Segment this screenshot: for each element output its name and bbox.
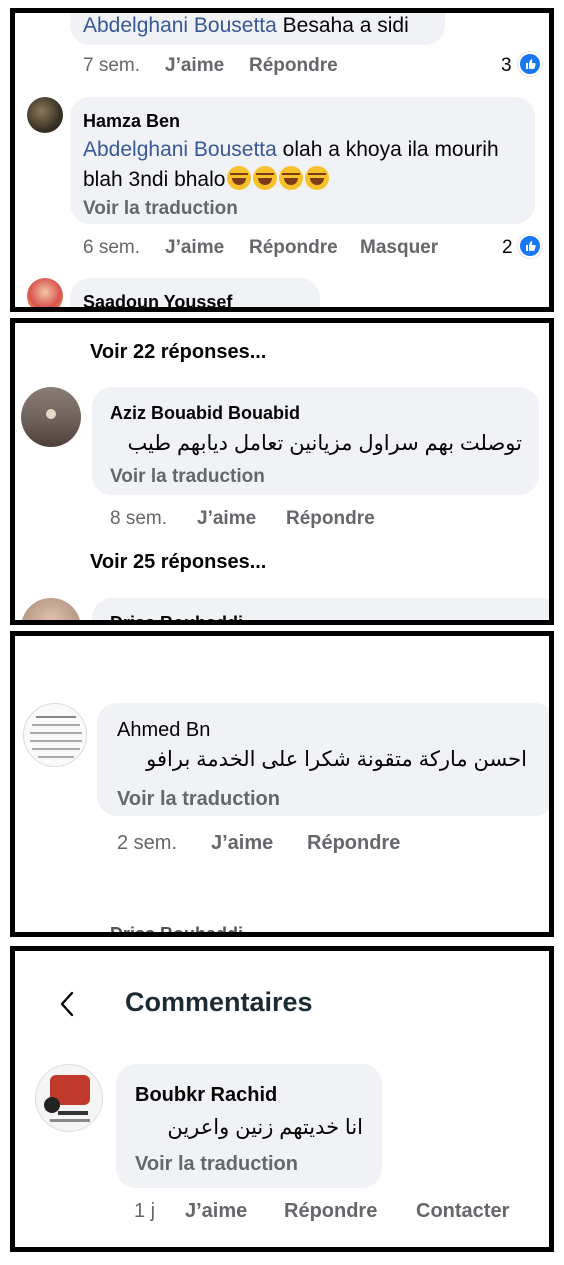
comment-time: 2 sem. bbox=[117, 832, 178, 854]
reply-button[interactable]: Répondre bbox=[284, 1200, 377, 1223]
like-button[interactable]: J’aime bbox=[165, 237, 224, 259]
hide-button[interactable]: Masquer bbox=[360, 237, 438, 259]
see-translation-link[interactable]: Voir la traduction bbox=[135, 1153, 298, 1176]
rofl-emoji-icon bbox=[253, 166, 278, 190]
mention-link[interactable]: Abdelghani Bousetta bbox=[83, 14, 277, 37]
avatar-driss-bouhaddi[interactable] bbox=[21, 598, 81, 620]
comment-text-line2: blah 3ndi bhalo bbox=[83, 165, 330, 195]
see-translation-link[interactable]: Voir la traduction bbox=[110, 466, 265, 488]
mention-link[interactable]: Abdelghani Bousetta bbox=[83, 138, 277, 161]
commenter-name[interactable]: Aziz Bouabid Bouabid bbox=[110, 403, 300, 424]
comment-time: 8 sem. bbox=[110, 508, 168, 529]
like-button[interactable]: J’aime bbox=[211, 832, 273, 855]
comment-panel-4: Commentaires Boubkr Rachid انا خديتهم زن… bbox=[10, 946, 554, 1252]
comment-bubble-partial[interactable] bbox=[92, 598, 549, 620]
commenter-name[interactable]: Saadoun Youssef bbox=[83, 292, 232, 307]
see-replies-link[interactable]: Voir 25 réponses... bbox=[90, 551, 266, 574]
reply-button[interactable]: Répondre bbox=[249, 55, 338, 77]
back-chevron-icon[interactable] bbox=[57, 989, 77, 1019]
comment-text: Abdelghani Bousetta olah a khoya ila mou… bbox=[83, 138, 499, 161]
see-replies-link[interactable]: Voir 22 réponses... bbox=[90, 341, 266, 364]
like-reaction-icon[interactable] bbox=[518, 52, 542, 76]
like-button[interactable]: J’aime bbox=[197, 508, 256, 530]
reaction-count[interactable]: 2 bbox=[502, 237, 513, 259]
avatar-hamza-ben[interactable] bbox=[27, 97, 63, 133]
avatar-saadoun-youssef[interactable] bbox=[27, 278, 63, 307]
reply-button[interactable]: Répondre bbox=[286, 508, 375, 530]
rofl-emoji-icon bbox=[279, 166, 304, 190]
commenter-name[interactable]: Hamza Ben bbox=[83, 111, 180, 132]
see-translation-link[interactable]: Voir la traduction bbox=[83, 198, 238, 220]
comment-panel-3: Ahmed Bn احسن ماركة متقونة شكرا على الخد… bbox=[10, 631, 554, 937]
like-reaction-icon[interactable] bbox=[518, 234, 542, 258]
like-button[interactable]: J’aime bbox=[165, 55, 224, 77]
comment-time: 1 j bbox=[134, 1200, 156, 1222]
avatar-aziz-bouabid[interactable] bbox=[21, 387, 81, 447]
comment-text: توصلت بهم سراول مزيانين تعامل ديابهم طيب bbox=[127, 432, 522, 455]
reply-button[interactable]: Répondre bbox=[249, 237, 338, 259]
comment-panel-2: Voir 22 réponses... Aziz Bouabid Bouabid… bbox=[10, 318, 554, 625]
commenter-name[interactable]: Boubkr Rachid bbox=[135, 1084, 277, 1107]
rofl-emoji-icon bbox=[227, 166, 252, 190]
commenter-name-partial[interactable]: Driss Bouhaddi bbox=[110, 924, 243, 932]
avatar-boubkr-rachid[interactable] bbox=[35, 1064, 103, 1132]
rofl-emoji-icon bbox=[305, 166, 330, 190]
commenter-name[interactable]: Ahmed Bn bbox=[117, 719, 210, 742]
comment-text: انا خديتهم زنين واعرين bbox=[167, 1116, 363, 1139]
comment-text-partial: Abdelghani Bousetta Besaha a sidi bbox=[83, 14, 409, 37]
see-translation-link[interactable]: Voir la traduction bbox=[117, 788, 280, 811]
comment-panel-1: Abdelghani Bousetta Besaha a sidi 7 sem.… bbox=[10, 8, 554, 312]
commenter-name[interactable]: Driss Bouhaddi bbox=[110, 613, 243, 620]
comment-time: 7 sem. bbox=[83, 55, 141, 76]
reply-button[interactable]: Répondre bbox=[307, 832, 400, 855]
page-title: Commentaires bbox=[125, 987, 313, 1017]
avatar-ahmed-bn[interactable] bbox=[23, 703, 87, 767]
contact-button[interactable]: Contacter bbox=[416, 1200, 509, 1223]
comment-time: 6 sem. bbox=[83, 237, 141, 258]
comment-text: احسن ماركة متقونة شكرا على الخدمة برافو bbox=[146, 748, 527, 771]
reaction-count[interactable]: 3 bbox=[501, 55, 512, 77]
like-button[interactable]: J’aime bbox=[185, 1200, 247, 1223]
